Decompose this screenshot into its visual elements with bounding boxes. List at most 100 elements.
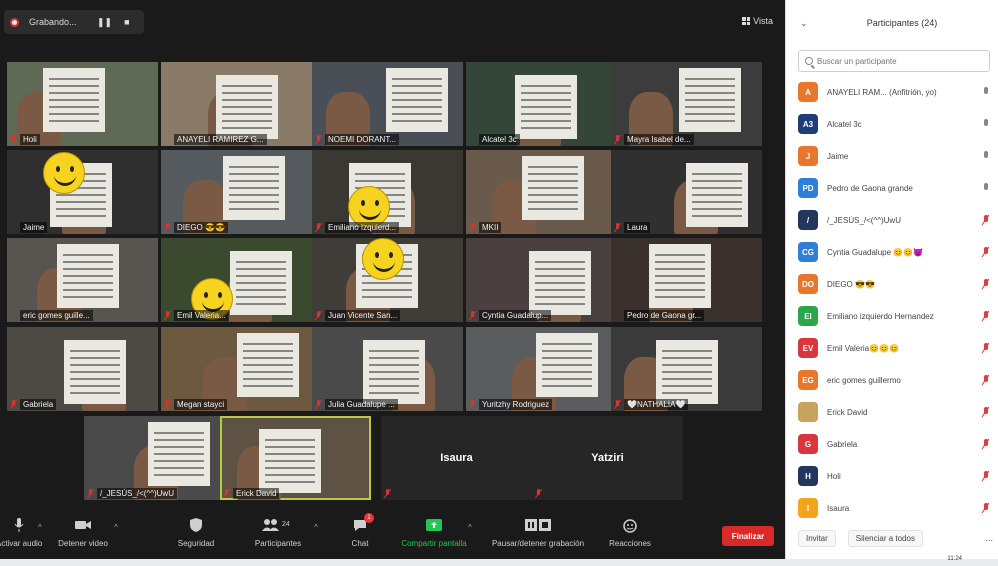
held-paper-image: [43, 68, 105, 132]
video-tile[interactable]: /_JESÚS_/<(^^)UwU: [84, 416, 235, 500]
stop-icon[interactable]: ■: [124, 17, 129, 27]
participant-row[interactable]: CG Cyntia Guadalupe 😊😊😈: [786, 236, 998, 268]
video-tile[interactable]: Mayra Isabel de...: [611, 62, 762, 146]
muted-mic-icon[interactable]: [983, 343, 989, 353]
video-tile[interactable]: Yatziri: [532, 416, 683, 500]
audio-options-chevron-icon[interactable]: ^: [38, 523, 42, 532]
participant-row[interactable]: I Isaura: [786, 492, 998, 524]
muted-mic-icon[interactable]: [983, 311, 989, 321]
tile-name-label: Mayra Isabel de...: [624, 134, 694, 145]
video-tile[interactable]: Isaura: [381, 416, 532, 500]
muted-mic-icon[interactable]: [983, 279, 989, 289]
video-tile[interactable]: 🤍NATHALIA🤍: [611, 327, 762, 411]
participant-row[interactable]: EG eric gomes guillermo: [786, 364, 998, 396]
video-tile[interactable]: Juan Vicente San...: [312, 238, 463, 322]
muted-mic-icon: [164, 400, 171, 409]
participant-row[interactable]: EI Emiliano izquierdo Hernandez: [786, 300, 998, 332]
tile-name-label: ANAYELI RAMIREZ G...: [174, 134, 267, 145]
video-tile[interactable]: Gabriela: [7, 327, 158, 411]
participant-row[interactable]: PD Pedro de Gaona grande: [786, 172, 998, 204]
view-label: Vista: [753, 16, 773, 26]
muted-mic-icon: [614, 223, 621, 232]
video-tile[interactable]: Julia Guadalupe ...: [312, 327, 463, 411]
muted-mic-icon: [469, 223, 476, 232]
participants-panel: ⌄ Participantes (24) A ANAYELI RAM... (An…: [785, 0, 998, 566]
participant-row[interactable]: A ANAYELI RAM... (Anfitrión, yo): [786, 76, 998, 108]
muted-mic-icon[interactable]: [983, 215, 989, 225]
muted-mic-icon[interactable]: [983, 247, 989, 257]
participants-options-chevron-icon[interactable]: ^: [314, 523, 318, 532]
video-tile[interactable]: eric gomes guille...: [7, 238, 158, 322]
collapse-chevron-icon[interactable]: ⌄: [800, 18, 808, 29]
video-tile[interactable]: ANAYELI RAMIREZ G...: [161, 62, 312, 146]
video-tile[interactable]: Laura: [611, 150, 762, 234]
video-tile[interactable]: Cyntia Guadalup...: [466, 238, 617, 322]
view-button[interactable]: Vista: [742, 16, 773, 26]
tile-name-label: Gabriela: [20, 399, 57, 410]
muted-mic-icon[interactable]: [983, 407, 989, 417]
tile-name-label: 🤍NATHALIA🤍: [624, 399, 689, 410]
video-tile[interactable]: Alcatel 3c: [466, 62, 617, 146]
record-dot-icon: [10, 17, 19, 27]
mute-all-button[interactable]: Silenciar a todos: [847, 529, 923, 547]
participants-button[interactable]: 24 Participantes: [248, 517, 308, 548]
reactions-button[interactable]: Reacciones: [600, 517, 660, 548]
participant-name: Erick David: [827, 407, 868, 417]
video-tile[interactable]: Pedro de Gaona gr...: [611, 238, 762, 322]
held-paper-image: [529, 251, 591, 315]
participant-row[interactable]: EV Emil Valeria😊😊😊: [786, 332, 998, 364]
participant-row[interactable]: DO DIEGO 😎😎: [786, 268, 998, 300]
share-screen-button[interactable]: Compartir pantalla: [394, 517, 474, 548]
video-tile[interactable]: Emil Valeria...: [161, 238, 312, 322]
grid-icon: [742, 17, 751, 25]
participant-row[interactable]: / /_JESÚS_/<(^^)UwU: [786, 204, 998, 236]
tile-name-label: Erick David: [233, 488, 280, 499]
participant-search-input[interactable]: [817, 56, 987, 66]
tile-name-label: Emil Valeria...: [174, 310, 229, 321]
microphone-icon[interactable]: [983, 119, 989, 129]
more-options-button[interactable]: ...: [985, 533, 993, 543]
security-button[interactable]: Seguridad: [170, 517, 222, 548]
microphone-icon[interactable]: [983, 183, 989, 193]
video-tile[interactable]: Yuritzhy Rodriguez: [466, 327, 617, 411]
os-taskbar: 11:24: [0, 556, 998, 566]
search-icon: [805, 57, 813, 65]
participants-count: 24: [282, 521, 290, 528]
held-paper-image: [515, 75, 577, 139]
microphone-icon[interactable]: [983, 151, 989, 161]
participant-row[interactable]: H Holi: [786, 460, 998, 492]
share-options-chevron-icon[interactable]: ^: [468, 523, 472, 532]
stop-video-button[interactable]: Detener video: [56, 517, 110, 548]
video-options-chevron-icon[interactable]: ^: [114, 523, 118, 532]
chat-button[interactable]: 1 Chat: [340, 513, 380, 548]
end-meeting-button[interactable]: Finalizar: [722, 526, 774, 546]
pause-icon[interactable]: ❚❚: [97, 17, 112, 28]
participant-row[interactable]: G Gabriela: [786, 428, 998, 460]
muted-mic-icon: [315, 135, 322, 144]
video-tile[interactable]: Megan stayci: [161, 327, 312, 411]
video-tile[interactable]: Erick David: [220, 416, 371, 500]
avatar: J: [798, 146, 818, 166]
tile-name-label: DIEGO 😎😎: [174, 222, 228, 233]
pause-stop-recording-button[interactable]: Pausar/detener grabación: [484, 517, 592, 548]
video-tile[interactable]: MKII: [466, 150, 617, 234]
held-paper-image: [64, 340, 126, 404]
participant-row[interactable]: A3 Alcatel 3c: [786, 108, 998, 140]
muted-mic-icon[interactable]: [983, 375, 989, 385]
video-tile[interactable]: NOEMI DORANT...: [312, 62, 463, 146]
invite-button[interactable]: Invitar: [798, 529, 836, 547]
unmute-audio-button[interactable]: Activar audio: [0, 517, 42, 548]
video-tile[interactable]: Holi: [7, 62, 158, 146]
video-tile[interactable]: Emiliano Izquierd...: [312, 150, 463, 234]
muted-mic-icon[interactable]: [983, 503, 989, 513]
video-tile[interactable]: DIEGO 😎😎: [161, 150, 312, 234]
microphone-icon[interactable]: [983, 87, 989, 97]
muted-mic-icon[interactable]: [983, 439, 989, 449]
participant-row[interactable]: Erick David: [786, 396, 998, 428]
avatar: H: [798, 466, 818, 486]
video-tile[interactable]: Jaime: [7, 150, 158, 234]
participant-row[interactable]: J Jaime: [786, 140, 998, 172]
muted-mic-icon[interactable]: [983, 471, 989, 481]
muted-mic-icon: [614, 135, 621, 144]
held-paper-image: [522, 156, 584, 220]
